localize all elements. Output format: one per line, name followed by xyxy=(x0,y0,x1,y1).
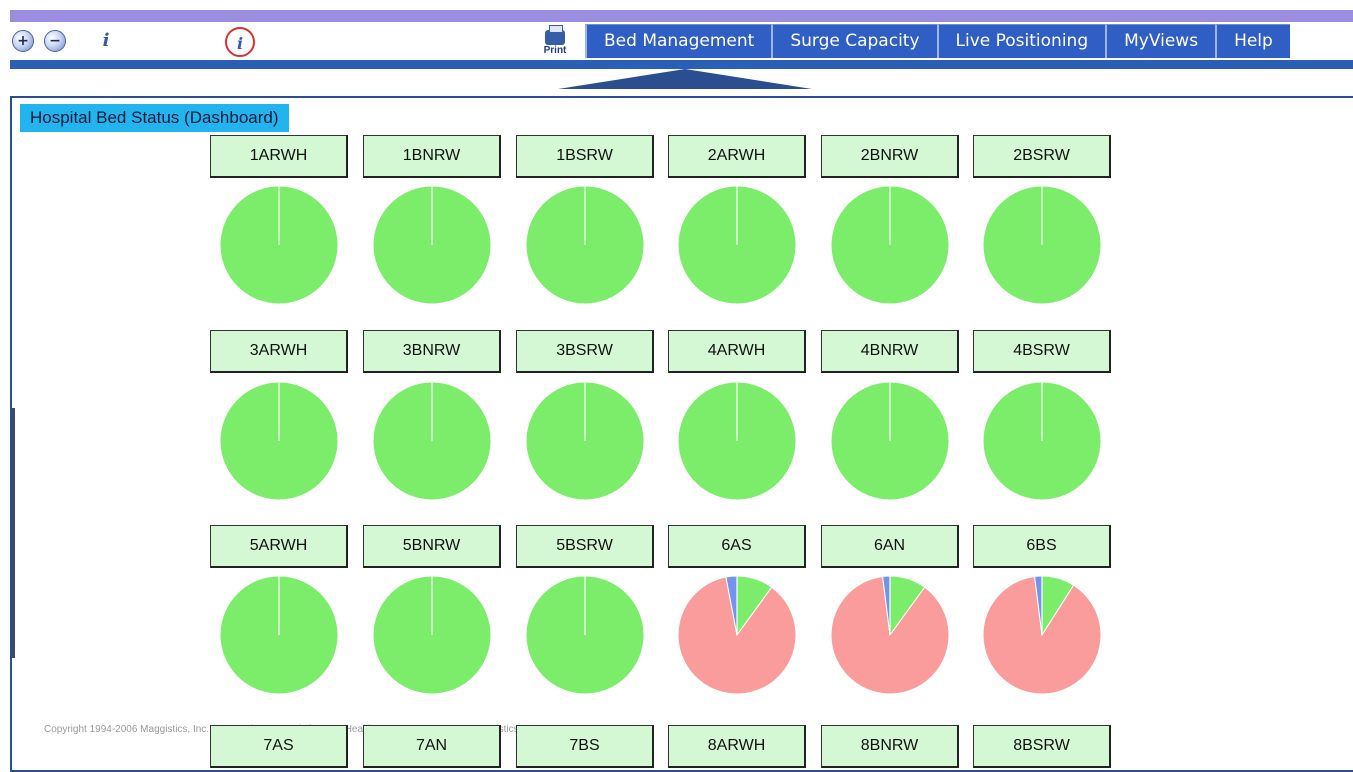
ward-label-8arwh[interactable]: 8ARWH xyxy=(668,725,806,768)
ward-label-8bnrw[interactable]: 8BNRW xyxy=(821,725,959,768)
ward-label-2bsrw[interactable]: 2BSRW xyxy=(973,135,1111,178)
ward-label-3bsrw[interactable]: 3BSRW xyxy=(516,330,654,373)
identify-selected-icon[interactable]: i xyxy=(225,27,255,57)
ward-label-3bnrw[interactable]: 3BNRW xyxy=(363,330,501,373)
pie-chart-3bsrw[interactable] xyxy=(524,380,646,502)
pie-chart-6an[interactable] xyxy=(829,574,951,696)
ward-label-6bs[interactable]: 6BS xyxy=(973,525,1111,568)
ward-label-7bs[interactable]: 7BS xyxy=(516,725,654,768)
tab-live-positioning[interactable]: Live Positioning xyxy=(936,24,1106,58)
ward-label-6as[interactable]: 6AS xyxy=(668,525,806,568)
ward-label-4arwh[interactable]: 4ARWH xyxy=(668,330,806,373)
pie-chart-5arwh[interactable] xyxy=(218,574,340,696)
pie-chart-3arwh[interactable] xyxy=(218,380,340,502)
ward-label-6an[interactable]: 6AN xyxy=(821,525,959,568)
zoom-out-icon[interactable]: − xyxy=(44,30,66,52)
title-strip xyxy=(10,10,1353,22)
ward-label-4bnrw[interactable]: 4BNRW xyxy=(821,330,959,373)
zoom-in-icon[interactable]: + xyxy=(12,30,34,52)
ward-label-5bnrw[interactable]: 5BNRW xyxy=(363,525,501,568)
printer-icon xyxy=(545,25,565,45)
pie-chart-4bnrw[interactable] xyxy=(829,380,951,502)
ward-label-3arwh[interactable]: 3ARWH xyxy=(210,330,348,373)
print-button[interactable]: Print xyxy=(535,25,575,62)
ward-label-2bnrw[interactable]: 2BNRW xyxy=(821,135,959,178)
pie-chart-2arwh[interactable] xyxy=(676,184,798,306)
pie-chart-1bsrw[interactable] xyxy=(524,184,646,306)
tab-help[interactable]: Help xyxy=(1215,24,1290,58)
ward-label-8bsrw[interactable]: 8BSRW xyxy=(973,725,1111,768)
pie-chart-4bsrw[interactable] xyxy=(981,380,1103,502)
ward-label-2arwh[interactable]: 2ARWH xyxy=(668,135,806,178)
ward-label-5arwh[interactable]: 5ARWH xyxy=(210,525,348,568)
app-window: + − i i Print Bed Management Surge Capac… xyxy=(0,0,1353,772)
pie-chart-2bsrw[interactable] xyxy=(981,184,1103,306)
pie-chart-6as[interactable] xyxy=(676,574,798,696)
panel-title: Hospital Bed Status (Dashboard) xyxy=(20,104,289,132)
tab-surge-capacity[interactable]: Surge Capacity xyxy=(771,24,937,58)
panel-resize-handle[interactable] xyxy=(12,408,15,658)
tab-myviews[interactable]: MyViews xyxy=(1105,24,1216,58)
print-label: Print xyxy=(543,45,567,56)
active-tab-pointer xyxy=(558,69,812,89)
ward-label-1arwh[interactable]: 1ARWH xyxy=(210,135,348,178)
pie-chart-4arwh[interactable] xyxy=(676,380,798,502)
nav-tabs: Bed Management Surge Capacity Live Posit… xyxy=(585,24,1290,58)
ward-label-1bsrw[interactable]: 1BSRW xyxy=(516,135,654,178)
pie-chart-1arwh[interactable] xyxy=(218,184,340,306)
ward-label-1bnrw[interactable]: 1BNRW xyxy=(363,135,501,178)
ward-label-7an[interactable]: 7AN xyxy=(363,725,501,768)
pie-chart-2bnrw[interactable] xyxy=(829,184,951,306)
pie-chart-1bnrw[interactable] xyxy=(371,184,493,306)
toolbar-underline xyxy=(10,60,1353,69)
pie-chart-6bs[interactable] xyxy=(981,574,1103,696)
tab-bed-management[interactable]: Bed Management xyxy=(585,24,772,58)
ward-label-7as[interactable]: 7AS xyxy=(210,725,348,768)
identify-icon[interactable]: i xyxy=(92,28,120,54)
pie-chart-5bsrw[interactable] xyxy=(524,574,646,696)
pie-chart-3bnrw[interactable] xyxy=(371,380,493,502)
pie-chart-5bnrw[interactable] xyxy=(371,574,493,696)
ward-label-4bsrw[interactable]: 4BSRW xyxy=(973,330,1111,373)
ward-label-5bsrw[interactable]: 5BSRW xyxy=(516,525,654,568)
